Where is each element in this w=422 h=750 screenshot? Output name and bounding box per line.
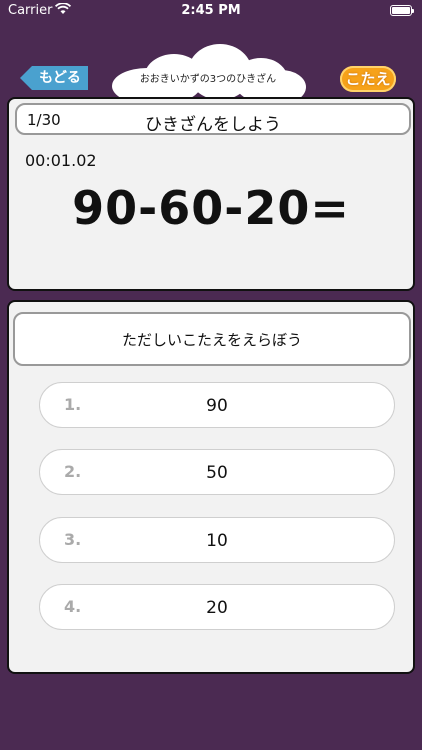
back-button[interactable]: もどる — [20, 66, 88, 90]
question-heading: ひきざんをしよう — [145, 115, 281, 135]
question-header: 1/30 ひきざんをしよう — [15, 103, 411, 135]
choice-value: 90 — [206, 396, 228, 416]
back-button-label: もどる — [32, 66, 88, 90]
show-answer-label: こたえ — [345, 70, 391, 88]
choice-button-1[interactable]: 1. 90 — [39, 382, 395, 428]
back-arrow-icon — [20, 66, 32, 90]
show-answer-button[interactable]: こたえ — [340, 66, 396, 92]
equation: 90-60-20= — [72, 181, 350, 235]
choice-value: 10 — [206, 531, 228, 551]
timer: 00:01.02 — [25, 151, 97, 170]
question-panel: 1/30 ひきざんをしよう 00:01.02 90-60-20= — [7, 97, 415, 291]
status-bar: Carrier 2:45 PM — [0, 0, 422, 22]
status-time: 2:45 PM — [181, 3, 241, 18]
choice-value: 50 — [206, 463, 228, 483]
choice-value: 20 — [206, 598, 228, 618]
page-title: おおきいかずの3つのひきざん — [139, 74, 277, 85]
answers-panel: ただしいこたえをえらぼう 1. 90 2. 50 3. 10 4. 20 — [7, 300, 415, 674]
choice-button-2[interactable]: 2. 50 — [39, 449, 395, 495]
battery-icon — [390, 5, 414, 16]
choice-button-3[interactable]: 3. 10 — [39, 517, 395, 563]
instruction-box: ただしいこたえをえらぼう — [13, 312, 411, 366]
instruction-text: ただしいこたえをえらぼう — [121, 331, 302, 349]
choice-button-4[interactable]: 4. 20 — [39, 584, 395, 630]
